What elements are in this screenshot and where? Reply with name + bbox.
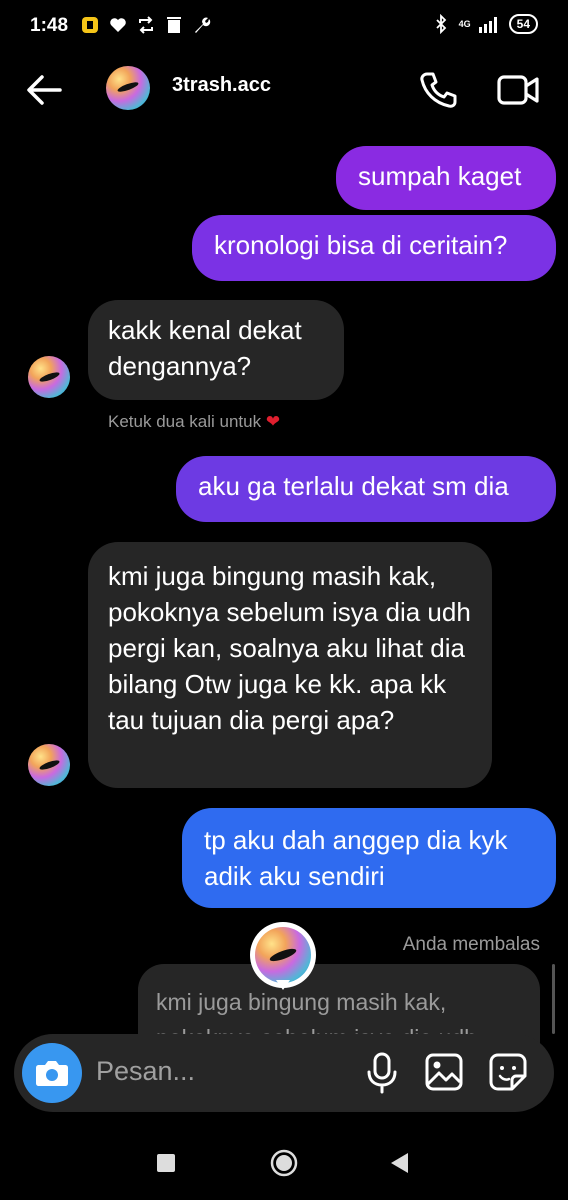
reply-indicator-bar — [552, 964, 555, 1034]
recents-button[interactable] — [157, 1154, 175, 1172]
battery-indicator: 54 — [508, 14, 538, 34]
contact-avatar[interactable] — [106, 66, 150, 110]
chat-header: 3trash.acc — [0, 56, 568, 122]
video-icon[interactable] — [496, 70, 540, 110]
message-text: kronologi bisa di ceritain? — [214, 230, 508, 260]
heart-notification-icon — [110, 18, 126, 32]
gallery-icon[interactable] — [424, 1052, 464, 1092]
camera-button[interactable] — [22, 1043, 82, 1103]
status-time: 1:48 — [30, 15, 69, 36]
sender-avatar[interactable] — [28, 744, 70, 786]
reply-avatar-marker — [250, 922, 316, 990]
sender-avatar[interactable] — [28, 356, 70, 398]
sticker-icon[interactable] — [488, 1052, 528, 1092]
wrench-icon — [195, 17, 211, 33]
retweet-icon — [139, 16, 153, 34]
message-text: sumpah kaget — [358, 161, 522, 191]
network-indicator: 4G — [458, 19, 471, 29]
outgoing-message[interactable]: sumpah kaget — [336, 146, 556, 210]
signal-icon — [478, 17, 497, 33]
reply-label: Anda membalas — [402, 934, 540, 955]
message-text: tp aku dah anggep dia kyk adik aku sendi… — [204, 825, 508, 891]
message-text: aku ga terlalu dekat sm dia — [198, 471, 509, 501]
app-notification-icon — [82, 17, 98, 33]
incoming-message[interactable]: kakk kenal dekat dengannya? — [88, 300, 344, 400]
message-text: kmi juga bingung masih kak, pokoknya seb… — [108, 561, 471, 735]
nav-back-button[interactable] — [388, 1151, 410, 1175]
message-text: kakk kenal dekat dengannya? — [108, 315, 302, 381]
message-input[interactable]: Pesan... — [96, 1056, 195, 1087]
reply-avatar — [255, 927, 311, 983]
camera-icon — [36, 1061, 68, 1086]
double-tap-hint: Ketuk dua kali untuk ❤ — [108, 412, 281, 431]
status-right: 4G 54 — [431, 14, 538, 34]
notification-icons — [80, 15, 212, 35]
back-arrow-icon[interactable] — [24, 72, 64, 108]
phone-icon[interactable] — [418, 70, 458, 110]
system-nav-bar — [0, 1130, 568, 1200]
outgoing-message[interactable]: tp aku dah anggep dia kyk adik aku sendi… — [182, 808, 556, 908]
trash-icon — [167, 17, 181, 33]
status-bar: 1:48 4G 54 — [0, 0, 568, 56]
contact-username[interactable]: 3trash.acc — [172, 74, 271, 97]
mic-icon[interactable] — [364, 1052, 400, 1094]
home-button[interactable] — [270, 1149, 298, 1177]
bluetooth-icon — [435, 14, 446, 34]
incoming-message[interactable]: kmi juga bingung masih kak, pokoknya seb… — [88, 542, 492, 788]
message-composer: Pesan... — [14, 1034, 554, 1112]
outgoing-message[interactable]: aku ga terlalu dekat sm dia — [176, 456, 556, 522]
heart-icon: ❤ — [265, 412, 281, 431]
outgoing-message[interactable]: kronologi bisa di ceritain? — [192, 215, 556, 281]
